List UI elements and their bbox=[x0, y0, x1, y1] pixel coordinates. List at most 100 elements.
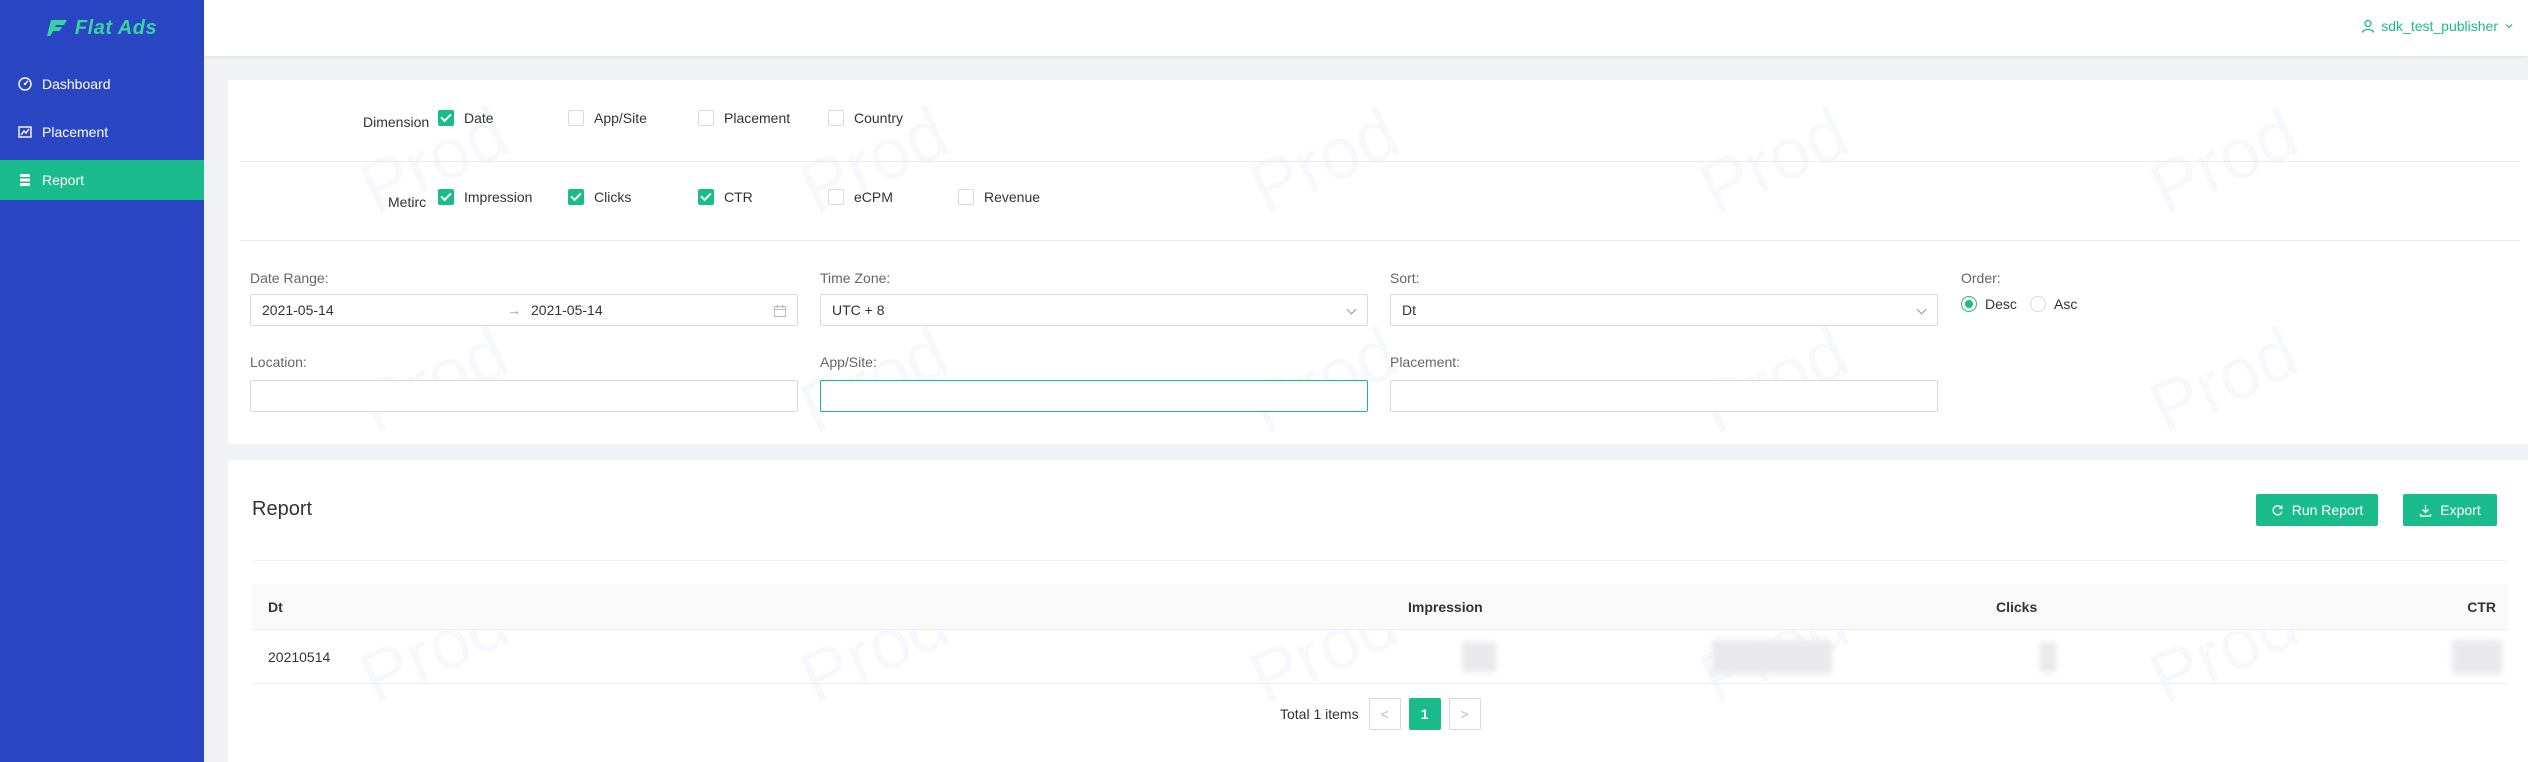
location-input[interactable] bbox=[250, 380, 798, 412]
checkbox-label: App/Site bbox=[594, 110, 647, 126]
radio-label: Asc bbox=[2054, 296, 2078, 312]
divider bbox=[240, 161, 2520, 162]
metric-ecpm-checkbox[interactable]: eCPM bbox=[828, 189, 893, 205]
placement-input[interactable] bbox=[1390, 380, 1938, 412]
divider bbox=[252, 560, 2508, 561]
date-end[interactable]: 2021-05-14 bbox=[531, 302, 603, 318]
order-label: Order: bbox=[1961, 270, 2001, 286]
filter-panel: Prod Prod Prod Prod Prod Prod Prod Prod … bbox=[228, 80, 2528, 444]
metric-label: Metirc bbox=[388, 194, 427, 210]
report-panel: Prod Prod Prod Prod Prod Report Run Repo… bbox=[228, 460, 2528, 762]
checkbox-label: Impression bbox=[464, 189, 533, 205]
dimension-date-checkbox[interactable]: Date bbox=[438, 110, 494, 126]
checkbox-box bbox=[568, 110, 584, 126]
logo-text: Flat Ads bbox=[74, 16, 158, 39]
prev-page-button[interactable]: < bbox=[1368, 698, 1401, 730]
date-range-picker[interactable]: 2021-05-14 → 2021-05-14 bbox=[250, 294, 798, 326]
sort-select[interactable]: Dt bbox=[1390, 294, 1938, 326]
checkbox-label: Country bbox=[854, 110, 904, 126]
order-desc-radio[interactable]: Desc bbox=[1961, 296, 2017, 312]
sidebar-item-label: Dashboard bbox=[42, 76, 111, 92]
radio-circle bbox=[2030, 296, 2046, 312]
date-range-label: Date Range: bbox=[250, 270, 329, 286]
checkbox-box bbox=[828, 110, 844, 126]
sidebar-item-label: Placement bbox=[42, 124, 109, 140]
cell-dt: 20210514 bbox=[268, 648, 331, 665]
redacted-value bbox=[2040, 642, 2056, 672]
metric-clicks-checkbox[interactable]: Clicks bbox=[568, 189, 631, 205]
run-report-button[interactable]: Run Report bbox=[2256, 494, 2378, 526]
checkbox-label: Revenue bbox=[984, 189, 1041, 205]
timezone-label: Time Zone: bbox=[820, 270, 891, 286]
page-1-button[interactable]: 1 bbox=[1408, 698, 1441, 730]
order-asc-radio[interactable]: Asc bbox=[2030, 296, 2077, 312]
export-button[interactable]: Export bbox=[2403, 494, 2497, 526]
timezone-select[interactable]: UTC + 8 bbox=[820, 294, 1368, 326]
checkbox-box bbox=[698, 110, 714, 126]
chevron-down-icon bbox=[1916, 304, 1927, 315]
download-icon bbox=[2420, 504, 2432, 517]
radio-circle bbox=[1961, 296, 1977, 312]
user-icon bbox=[2362, 19, 2375, 33]
checkbox-box bbox=[438, 110, 454, 126]
checkbox-box bbox=[568, 189, 584, 205]
checkbox-box bbox=[698, 189, 714, 205]
column-header-dt[interactable]: Dt bbox=[268, 584, 283, 629]
dimension-label: Dimension bbox=[363, 114, 430, 130]
checkbox-label: Date bbox=[464, 110, 494, 126]
watermark: Prod bbox=[2138, 312, 2310, 451]
sidebar-item-report[interactable]: Report bbox=[0, 160, 204, 200]
checkbox-box bbox=[828, 189, 844, 205]
column-header-impression[interactable]: Impression bbox=[1408, 584, 1483, 629]
username: sdk_test_publisher bbox=[2381, 18, 2498, 34]
sort-label: Sort: bbox=[1390, 270, 1420, 286]
user-menu[interactable]: sdk_test_publisher bbox=[2361, 18, 2514, 34]
logo-icon bbox=[46, 20, 67, 36]
chevron-down-icon bbox=[1346, 304, 1357, 315]
run-report-label: Run Report bbox=[2291, 502, 2364, 518]
sidebar: Flat Ads Dashboard Placement Report bbox=[0, 0, 204, 762]
chart-icon bbox=[18, 126, 32, 138]
metric-revenue-checkbox[interactable]: Revenue bbox=[958, 189, 1040, 205]
date-start[interactable]: 2021-05-14 bbox=[262, 302, 334, 318]
appsite-input[interactable] bbox=[820, 380, 1368, 412]
dimension-placement-checkbox[interactable]: Placement bbox=[698, 110, 790, 126]
sidebar-item-dashboard[interactable]: Dashboard bbox=[0, 64, 204, 104]
location-label: Location: bbox=[250, 354, 307, 370]
calendar-icon bbox=[773, 305, 787, 318]
dimension-appsite-checkbox[interactable]: App/Site bbox=[568, 110, 647, 126]
checkbox-label: Placement bbox=[724, 110, 791, 126]
top-header: sdk_test_publisher bbox=[204, 0, 2528, 56]
sidebar-item-label: Report bbox=[42, 172, 85, 188]
table-header: Dt Impression Clicks CTR bbox=[252, 584, 2508, 630]
chevron-down-icon bbox=[2505, 24, 2513, 29]
metric-impression-checkbox[interactable]: Impression bbox=[438, 189, 532, 205]
radio-label: Desc bbox=[1985, 296, 2017, 312]
dimension-country-checkbox[interactable]: Country bbox=[828, 110, 903, 126]
checkbox-box bbox=[438, 189, 454, 205]
divider bbox=[240, 240, 2520, 241]
column-header-ctr[interactable]: CTR bbox=[2467, 584, 2496, 629]
redacted-value bbox=[1462, 642, 1496, 672]
report-title: Report bbox=[252, 498, 313, 520]
metric-ctr-checkbox[interactable]: CTR bbox=[698, 189, 753, 205]
checkbox-label: eCPM bbox=[854, 189, 893, 205]
sort-value: Dt bbox=[1402, 302, 1416, 318]
appsite-label: App/Site: bbox=[820, 354, 877, 370]
checkbox-label: Clicks bbox=[594, 189, 632, 205]
redacted-value bbox=[2452, 640, 2502, 674]
pagination: Total 1 items < 1 > bbox=[1280, 698, 1481, 730]
checkbox-label: CTR bbox=[724, 189, 753, 205]
dashboard-icon bbox=[18, 77, 32, 91]
logo[interactable]: Flat Ads bbox=[0, 0, 204, 56]
column-header-clicks[interactable]: Clicks bbox=[1996, 584, 2037, 629]
placement-label: Placement: bbox=[1390, 354, 1461, 370]
checkbox-box bbox=[958, 189, 974, 205]
export-label: Export bbox=[2440, 502, 2481, 518]
next-page-button[interactable]: > bbox=[1448, 698, 1481, 730]
list-icon bbox=[20, 174, 30, 186]
total-items: Total 1 items bbox=[1280, 706, 1359, 722]
sidebar-item-placement[interactable]: Placement bbox=[0, 112, 204, 152]
timezone-value: UTC + 8 bbox=[832, 302, 885, 318]
table-row: 20210514 bbox=[252, 630, 2508, 684]
